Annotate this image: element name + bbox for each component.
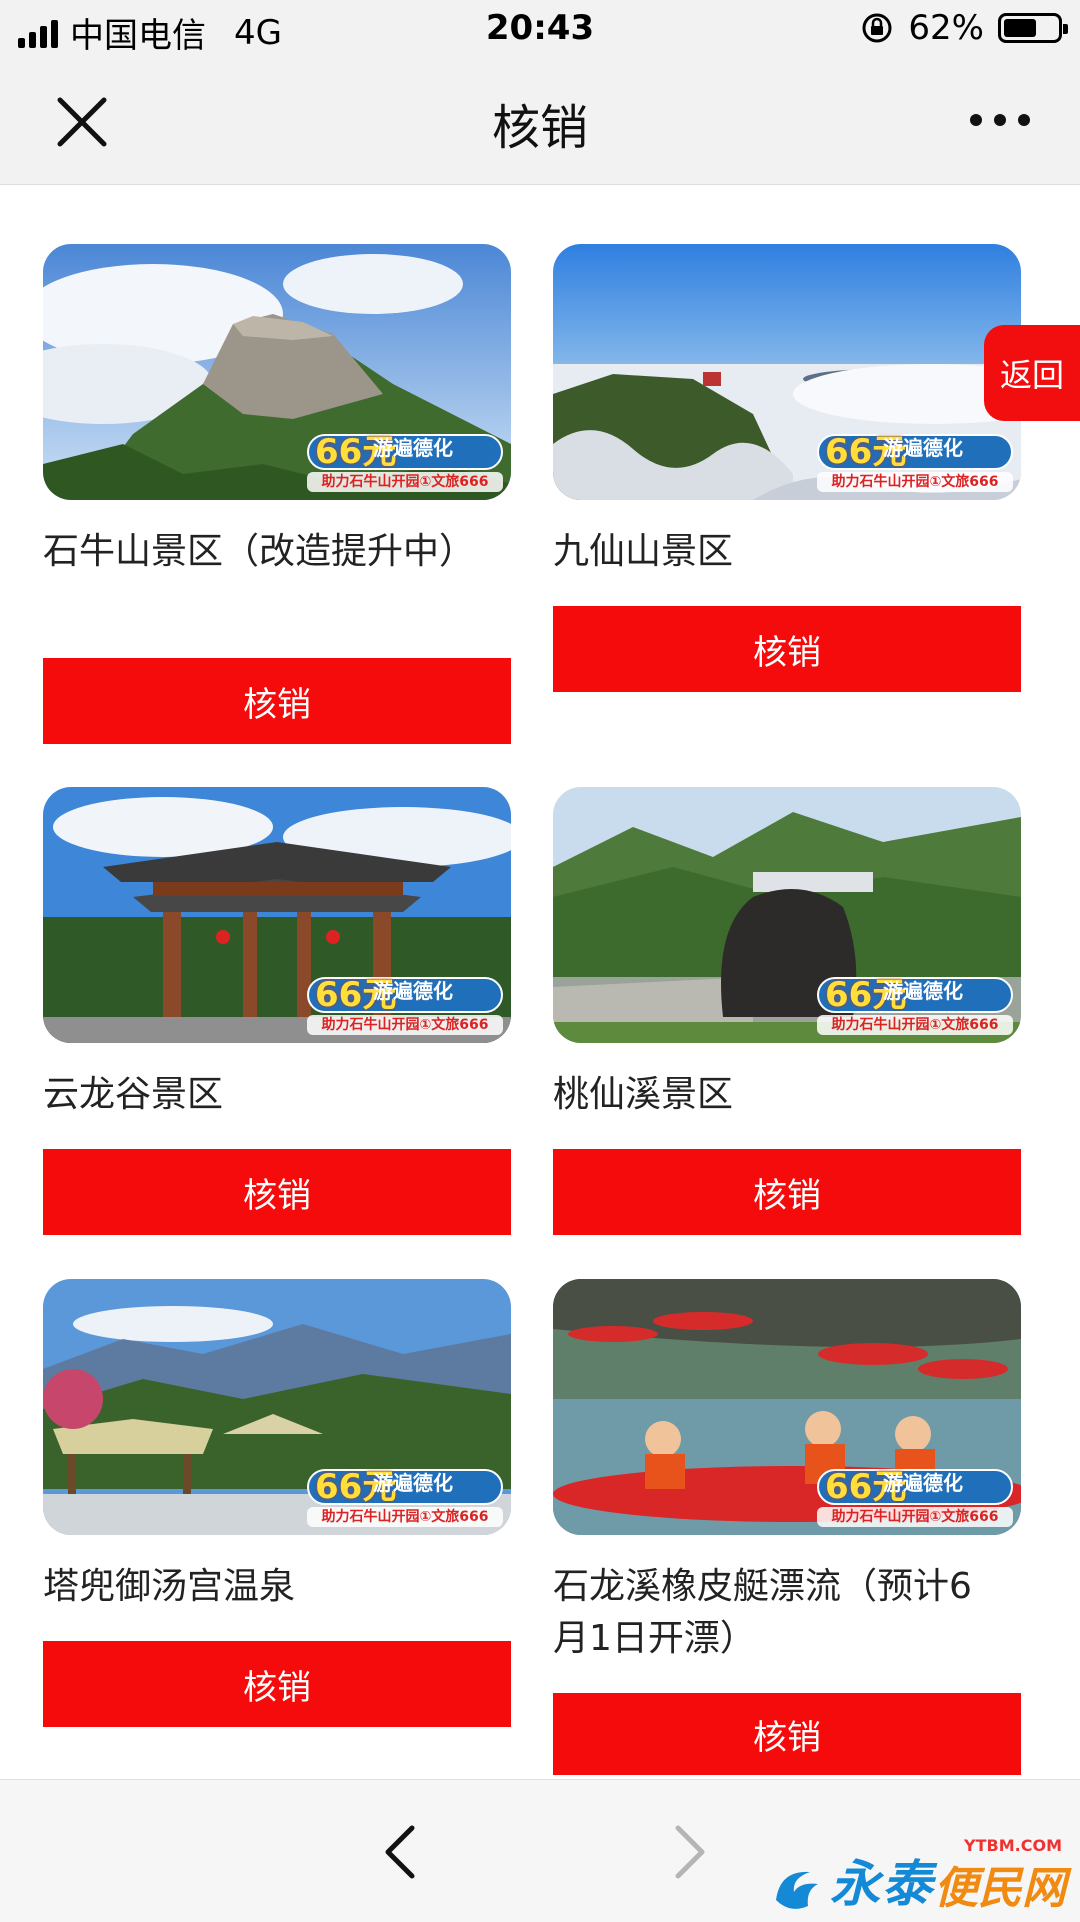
more-icon[interactable] (970, 96, 1030, 144)
card-image[interactable]: 66元 游遍德化 助力石牛山开园①文旅666 (553, 1279, 1021, 1535)
card-title: 石牛山景区（改造提升中） (43, 531, 476, 572)
watermark-logo-icon (776, 1871, 818, 1909)
card-title: 九仙山景区 (553, 531, 734, 572)
watermark-url: YTBM.COM (964, 1836, 1062, 1855)
card-image[interactable]: 66元 游遍德化 助力石牛山开园①文旅666 (553, 244, 1021, 500)
attraction-card: 66元 游遍德化 助力石牛山开园①文旅666 桃仙溪景区 核销 (553, 787, 1021, 1235)
verify-button[interactable]: 核销 (553, 1149, 1021, 1235)
battery-icon (998, 13, 1068, 43)
card-image[interactable]: 66元 游遍德化 助力石牛山开园①文旅666 (553, 787, 1021, 1043)
promo-badge: 66元 游遍德化 助力石牛山开园①文旅666 (817, 971, 1013, 1035)
verify-button[interactable]: 核销 (553, 606, 1021, 692)
verify-button[interactable]: 核销 (553, 1693, 1021, 1775)
battery-percent: 62% (908, 8, 984, 48)
back-floating-button[interactable]: 返回 (984, 325, 1080, 421)
status-bar: 中国电信 4G 20:43 62% (0, 0, 1080, 60)
promo-badge: 66元 游遍德化 助力石牛山开园①文旅666 (307, 1463, 503, 1527)
watermark-side: 便民网 (934, 1863, 1066, 1914)
site-watermark: 永泰 便民网 YTBM.COM (770, 1836, 1066, 1916)
promo-badge: 66元 游遍德化 助力石牛山开园①文旅666 (817, 428, 1013, 492)
chevron-left-icon[interactable] (372, 1822, 432, 1882)
verify-button[interactable]: 核销 (43, 1641, 511, 1727)
page-title: 核销 (491, 100, 588, 156)
promo-badge: 66元 游遍德化 助力石牛山开园①文旅666 (307, 428, 503, 492)
verify-button[interactable]: 核销 (43, 658, 511, 744)
card-title: 石龙溪橡皮艇漂流（预计6月1日开漂） (553, 1566, 972, 1659)
card-title: 塔兜御汤宫温泉 (43, 1566, 296, 1607)
verify-button[interactable]: 核销 (43, 1149, 511, 1235)
promo-badge: 66元 游遍德化 助力石牛山开园①文旅666 (817, 1463, 1013, 1527)
card-title: 云龙谷景区 (43, 1074, 224, 1115)
card-image[interactable]: 66元 游遍德化 助力石牛山开园①文旅666 (43, 244, 511, 500)
promo-badge: 66元 游遍德化 助力石牛山开园①文旅666 (307, 971, 503, 1035)
attraction-card: 66元 游遍德化 助力石牛山开园①文旅666 石龙溪橡皮艇漂流（预计6月1日开漂… (553, 1279, 1021, 1775)
nav-bar: 核销 (0, 60, 1080, 185)
card-image[interactable]: 66元 游遍德化 助力石牛山开园①文旅666 (43, 787, 511, 1043)
attraction-card: 66元 游遍德化 助力石牛山开园①文旅666 塔兜御汤宫温泉 核销 (43, 1279, 511, 1727)
battery-level (1004, 19, 1036, 37)
status-right: 62% (860, 8, 1068, 48)
attraction-card: 66元 游遍德化 助力石牛山开园①文旅666 石牛山景区（改造提升中） 核销 (43, 244, 511, 744)
attraction-card: 66元 游遍德化 助力石牛山开园①文旅666 云龙谷景区 核销 (43, 787, 511, 1235)
bottom-toolbar: 永泰 便民网 YTBM.COM (0, 1779, 1080, 1922)
watermark-main: 永泰 (830, 1855, 934, 1913)
chevron-right-icon[interactable] (658, 1822, 718, 1882)
card-image[interactable]: 66元 游遍德化 助力石牛山开园①文旅666 (43, 1279, 511, 1535)
card-title: 桃仙溪景区 (553, 1074, 734, 1115)
rotation-lock-icon (862, 13, 892, 43)
attraction-card: 66元 游遍德化 助力石牛山开园①文旅666 九仙山景区 核销 (553, 244, 1021, 692)
